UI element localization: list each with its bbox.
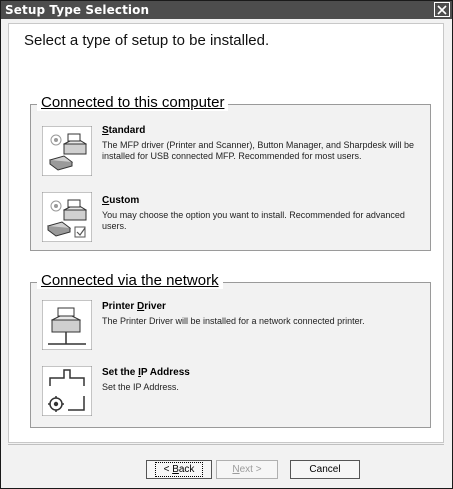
option-set-ip-address[interactable]: Set the IP Address Set the IP Address. (38, 362, 428, 422)
network-printer-icon[interactable] (42, 300, 92, 350)
option-set-ip-title: Set the IP Address (102, 367, 190, 378)
page-heading: Select a type of setup to be installed. (24, 32, 270, 49)
option-custom[interactable]: Custom You may choose the option you wan… (38, 188, 428, 248)
cancel-button-label: Cancel (309, 464, 341, 475)
option-standard[interactable]: Standard The MFP driver (Printer and Sca… (38, 122, 428, 182)
footer-divider (8, 444, 444, 445)
back-button[interactable]: < Back (146, 460, 212, 479)
standard-printer-icon[interactable] (42, 126, 92, 176)
window-title: Setup Type Selection (5, 3, 150, 17)
next-button[interactable]: Next > (216, 460, 278, 479)
back-button-label: < Back (154, 462, 204, 477)
option-standard-title: Standard (102, 125, 146, 136)
close-icon (437, 4, 447, 15)
next-button-label: Next > (232, 464, 262, 475)
option-standard-desc: The MFP driver (Printer and Scanner), Bu… (102, 140, 414, 161)
option-set-ip-desc: Set the IP Address. (102, 382, 179, 392)
option-printer-driver[interactable]: Printer Driver The Printer Driver will b… (38, 296, 428, 356)
custom-printer-icon[interactable] (42, 192, 92, 242)
cancel-button[interactable]: Cancel (290, 460, 360, 479)
option-printer-driver-desc: The Printer Driver will be installed for… (102, 316, 365, 326)
group-title-network: Connected via the network (37, 272, 223, 289)
ip-address-settings-icon[interactable] (42, 366, 92, 416)
title-bar: Setup Type Selection (1, 1, 452, 19)
group-title-computer: Connected to this computer (37, 94, 229, 111)
option-custom-desc: You may choose the option you want to in… (102, 210, 405, 231)
option-printer-driver-title: Printer Driver (102, 301, 166, 312)
close-button[interactable] (434, 2, 450, 17)
option-custom-title: Custom (102, 195, 140, 206)
